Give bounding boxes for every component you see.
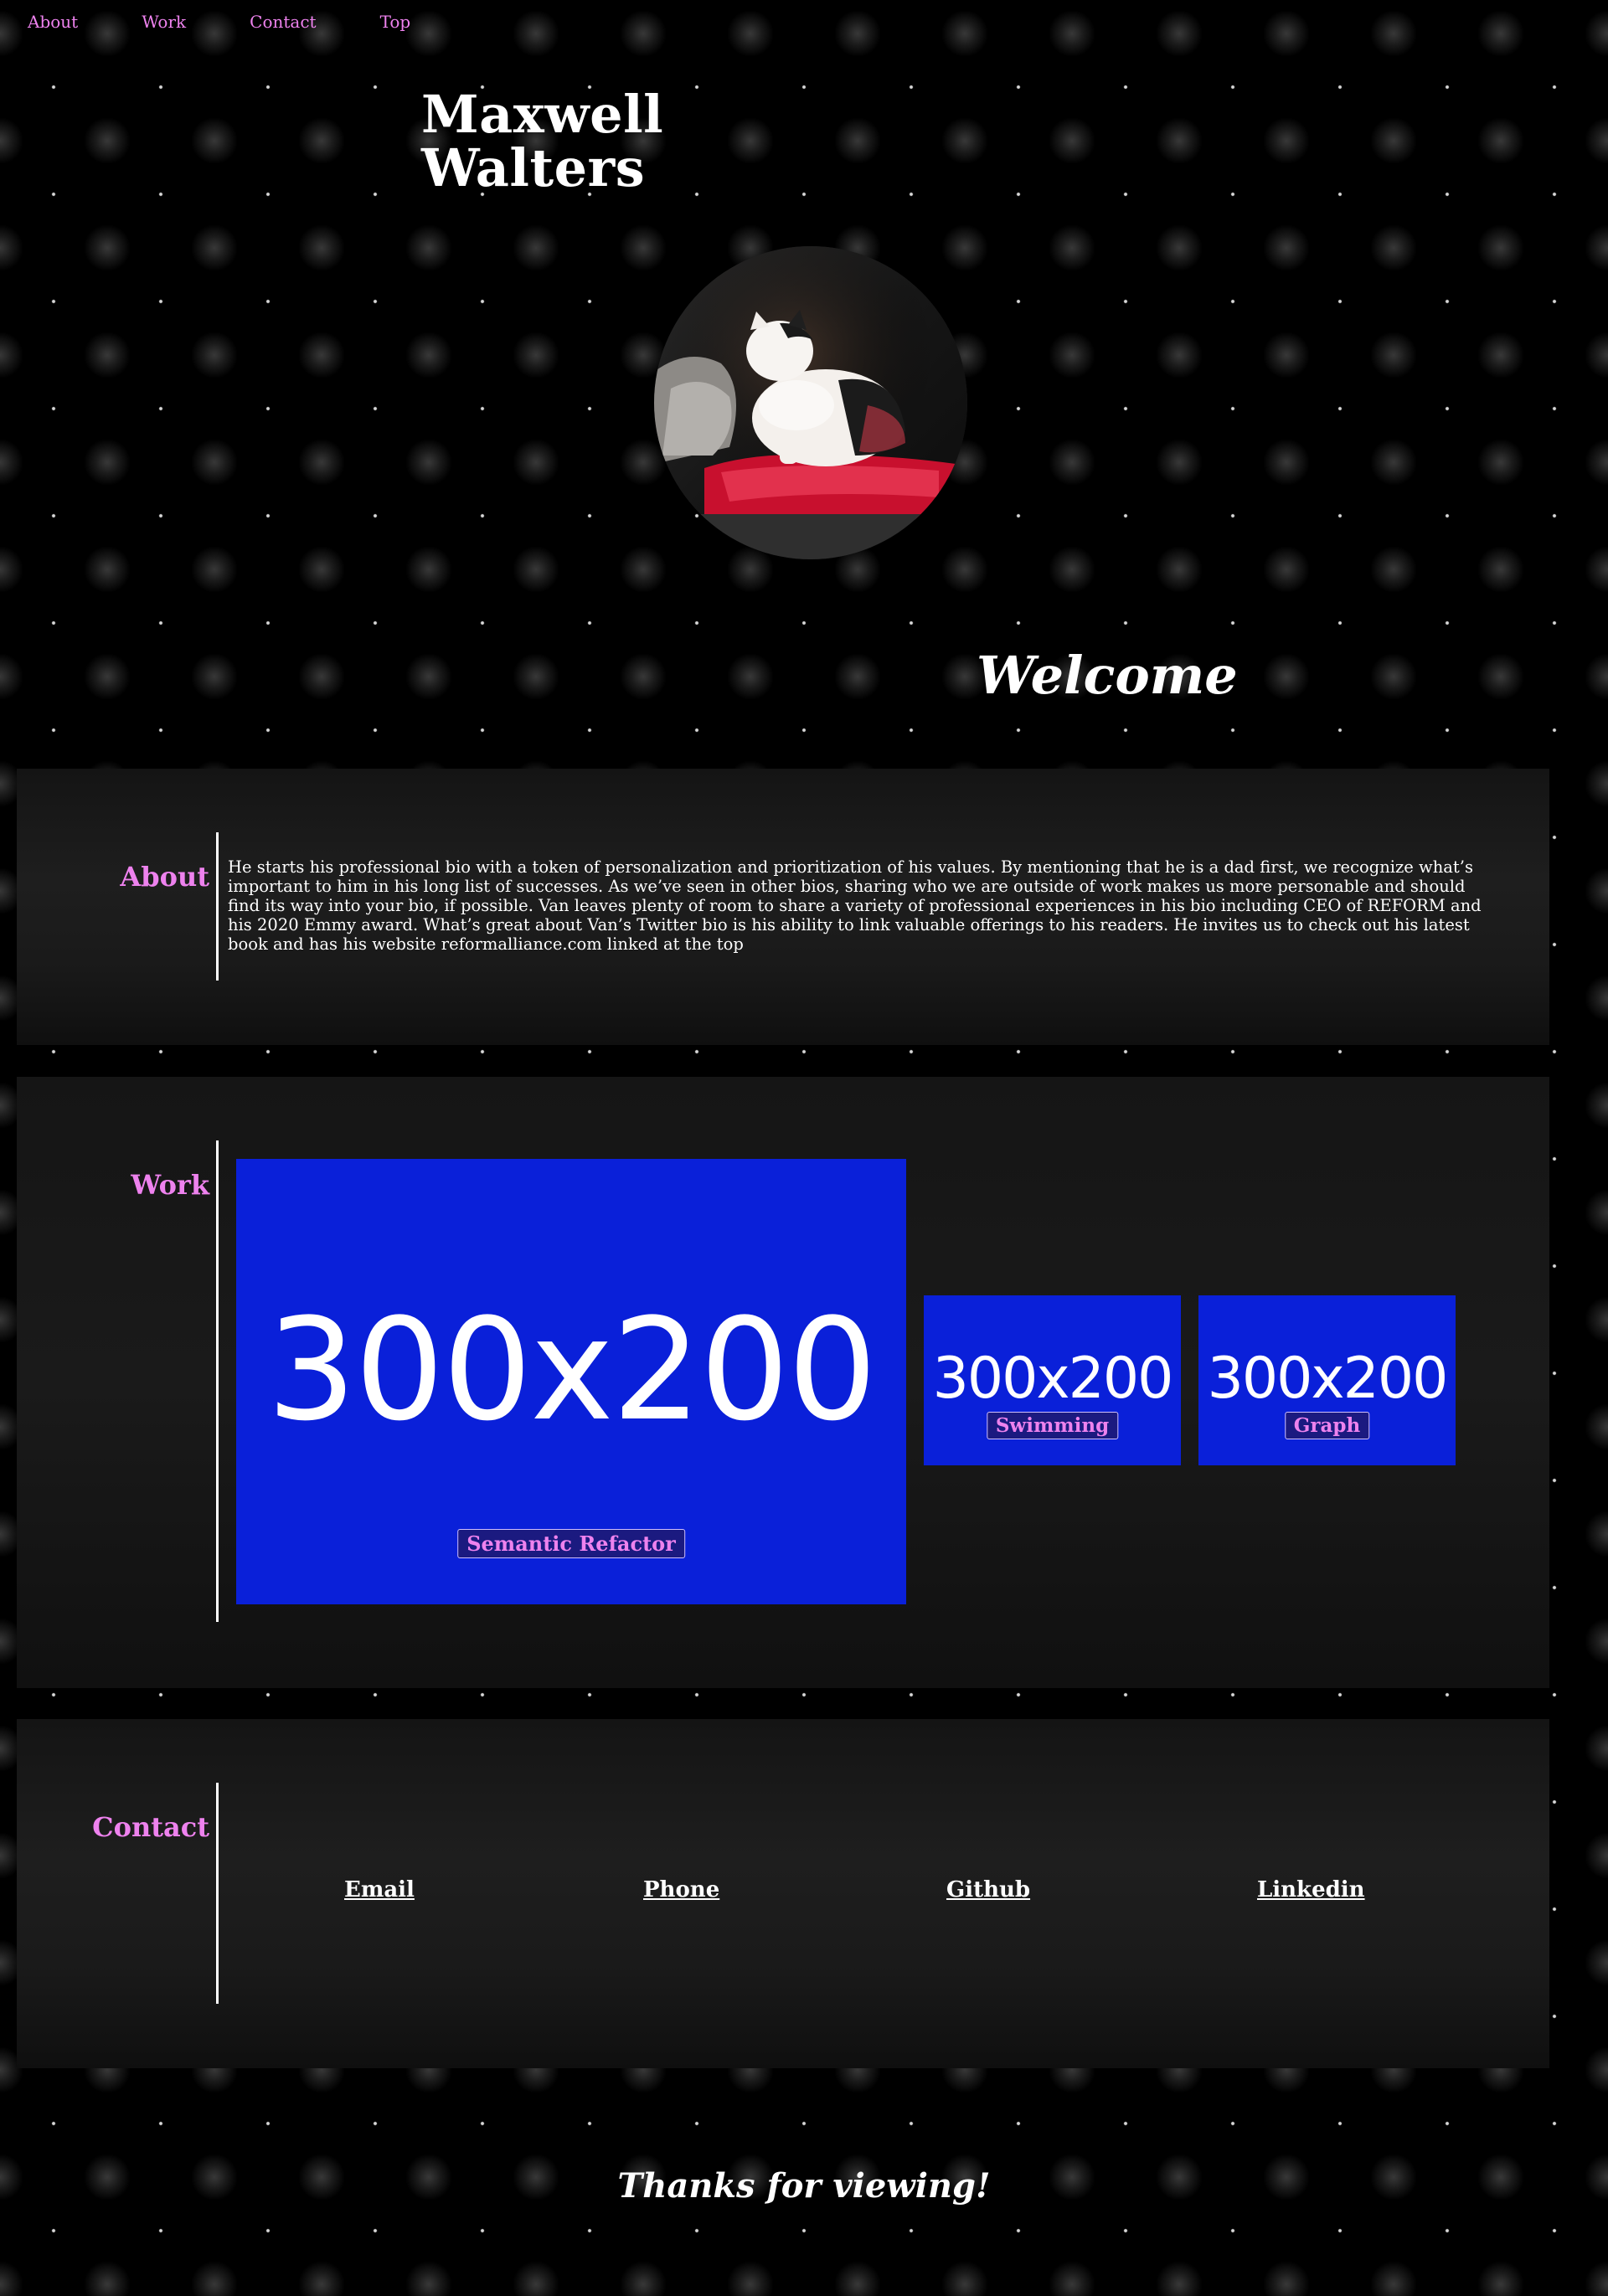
name-first: Maxwell [421,84,664,145]
contact-link-linkedin[interactable]: Linkedin [1257,1877,1365,1902]
nav-link-top[interactable]: Top [380,12,411,32]
welcome-heading: Welcome [977,645,1238,706]
contact-link-phone[interactable]: Phone [643,1877,719,1902]
name-last: Walters [421,137,646,198]
nav-link-contact[interactable]: Contact [250,12,316,32]
work-section: Work 300x200 Semantic Refactor 300x200 S… [17,1077,1549,1688]
page-title: Maxwell Walters [421,88,663,195]
project-card-graph[interactable]: 300x200 Graph [1198,1295,1456,1465]
top-nav: About Work Contact Top [28,12,410,32]
project-label-button[interactable]: Graph [1284,1412,1370,1439]
nav-link-about[interactable]: About [28,12,78,32]
placeholder-image-label: 300x200 [266,1288,878,1452]
about-text: He starts his professional bio with a to… [228,857,1482,954]
project-card-swimming[interactable]: 300x200 Swimming [924,1295,1181,1465]
about-section: About He starts his professional bio wit… [17,769,1549,1045]
footer-thanks: Thanks for viewing! [617,2166,991,2206]
about-divider [216,832,219,981]
cat-photo [654,246,967,559]
placeholder-image-label: 300x200 [1207,1346,1449,1412]
contact-title: Contact [92,1811,209,1843]
project-card-semantic-refactor[interactable]: 300x200 Semantic Refactor [236,1159,906,1604]
contact-divider [216,1783,219,2004]
about-title: About [120,861,209,893]
project-label-button[interactable]: Semantic Refactor [457,1529,685,1558]
nav-link-work[interactable]: Work [142,12,186,32]
work-title: Work [131,1169,209,1201]
work-divider [216,1140,219,1622]
contact-section: Contact Email Phone Github Linkedin [17,1719,1549,2068]
project-label-button[interactable]: Swimming [986,1412,1119,1439]
avatar [654,246,967,559]
contact-link-github[interactable]: Github [946,1877,1030,1902]
placeholder-image-label: 300x200 [932,1346,1174,1412]
contact-link-email[interactable]: Email [344,1877,415,1902]
